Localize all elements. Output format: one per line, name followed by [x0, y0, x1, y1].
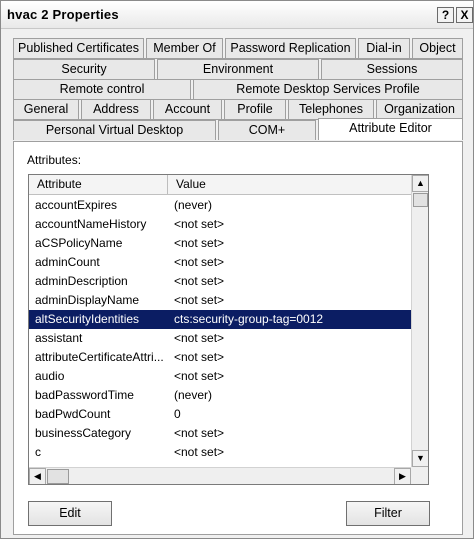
table-row[interactable]: c <not set> — [29, 443, 411, 462]
tab-password-replication[interactable]: Password Replication — [225, 38, 356, 58]
tab-telephones[interactable]: Telephones — [288, 99, 374, 119]
tab-dial-in[interactable]: Dial-in — [358, 38, 410, 58]
close-button[interactable]: X — [456, 7, 473, 23]
horizontal-scrollbar[interactable]: ◀ ▶ — [29, 467, 411, 484]
scrollbar-corner — [411, 467, 428, 484]
tab-remote-control[interactable]: Remote control — [13, 79, 191, 99]
tab-security[interactable]: Security — [13, 59, 155, 79]
attribute-value: 0 — [174, 407, 181, 421]
tab-object[interactable]: Object — [412, 38, 463, 58]
horizontal-scroll-thumb[interactable] — [47, 469, 69, 484]
table-row[interactable]: assistant <not set> — [29, 329, 411, 348]
table-row[interactable]: adminDisplayName <not set> — [29, 291, 411, 310]
title-bar: hvac 2 Properties ? X — [1, 1, 473, 29]
attribute-name: assistant — [35, 331, 83, 345]
list-rows: accountExpires (never) accountNameHistory… — [29, 196, 411, 467]
attribute-value: <not set> — [174, 274, 225, 288]
help-button[interactable]: ? — [437, 7, 454, 23]
table-row[interactable]: accountExpires (never) — [29, 196, 411, 215]
tab-environment[interactable]: Environment — [157, 59, 319, 79]
table-row[interactable]: badPasswordTime (never) — [29, 386, 411, 405]
attribute-name: adminDisplayName — [35, 293, 140, 307]
attribute-value: (never) — [174, 388, 213, 402]
attribute-value: <not set> — [174, 331, 225, 345]
table-row-selected[interactable]: altSecurityIdentities cts:security-group-… — [29, 310, 411, 329]
attribute-value: <not set> — [174, 426, 225, 440]
table-row[interactable]: attributeCertificateAttri... <not set> — [29, 348, 411, 367]
tab-organization[interactable]: Organization — [376, 99, 463, 119]
attribute-value: <not set> — [174, 350, 225, 364]
vertical-scrollbar[interactable]: ▲ ▼ — [411, 175, 428, 467]
attribute-name: badPwdCount — [35, 407, 111, 421]
attribute-name: altSecurityIdentities — [35, 312, 140, 326]
tab-com-plus[interactable]: COM+ — [218, 120, 316, 140]
table-row[interactable]: accountNameHistory <not set> — [29, 215, 411, 234]
column-header-value[interactable]: Value — [168, 175, 411, 194]
attribute-name: audio — [35, 369, 65, 383]
attribute-name: badPasswordTime — [35, 388, 134, 402]
attribute-value: <not set> — [174, 445, 225, 459]
table-row[interactable]: businessCategory <not set> — [29, 424, 411, 443]
tab-member-of[interactable]: Member Of — [146, 38, 223, 58]
list-header: Attribute Value — [29, 175, 411, 195]
attribute-value: <not set> — [174, 236, 225, 250]
attribute-name: attributeCertificateAttri... — [35, 350, 164, 364]
scroll-right-icon[interactable]: ▶ — [394, 468, 411, 484]
tab-remote-desktop-services-profile[interactable]: Remote Desktop Services Profile — [193, 79, 463, 99]
tab-personal-virtual-desktop[interactable]: Personal Virtual Desktop — [13, 120, 216, 140]
attribute-value: cts:security-group-tag=0012 — [174, 312, 324, 326]
attribute-name: c — [35, 445, 41, 459]
tab-address[interactable]: Address — [81, 99, 151, 119]
edit-button[interactable]: Edit — [28, 501, 112, 526]
attribute-value: (never) — [174, 198, 213, 212]
table-row[interactable]: adminDescription <not set> — [29, 272, 411, 291]
table-row[interactable]: badPwdCount 0 — [29, 405, 411, 424]
filter-button[interactable]: Filter — [346, 501, 430, 526]
attribute-value: <not set> — [174, 369, 225, 383]
tab-published-certificates[interactable]: Published Certificates — [13, 38, 144, 58]
attributes-list[interactable]: Attribute Value accountExpires (never) ac… — [28, 174, 429, 485]
attribute-name: aCSPolicyName — [35, 236, 123, 250]
scroll-left-icon[interactable]: ◀ — [29, 468, 46, 484]
tab-sessions[interactable]: Sessions — [321, 59, 463, 79]
properties-dialog: hvac 2 Properties ? X Published Certific… — [0, 0, 474, 539]
table-row[interactable]: aCSPolicyName <not set> — [29, 234, 411, 253]
tab-attribute-editor[interactable]: Attribute Editor — [318, 118, 463, 140]
attribute-value: <not set> — [174, 217, 225, 231]
attribute-name: businessCategory — [35, 426, 132, 440]
column-header-attribute[interactable]: Attribute — [29, 175, 168, 194]
attribute-value: <not set> — [174, 293, 225, 307]
attribute-name: adminDescription — [35, 274, 128, 288]
scroll-down-icon[interactable]: ▼ — [412, 450, 428, 467]
attributes-label: Attributes: — [27, 153, 82, 167]
attribute-name: accountNameHistory — [35, 217, 147, 231]
attribute-name: adminCount — [35, 255, 100, 269]
vertical-scroll-thumb[interactable] — [413, 193, 428, 207]
tab-profile[interactable]: Profile — [224, 99, 286, 119]
table-row[interactable]: audio <not set> — [29, 367, 411, 386]
attribute-value: <not set> — [174, 255, 225, 269]
window-title: hvac 2 Properties — [7, 7, 119, 22]
attribute-name: accountExpires — [35, 198, 118, 212]
table-row[interactable]: adminCount <not set> — [29, 253, 411, 272]
scroll-up-icon[interactable]: ▲ — [412, 175, 428, 192]
tab-general[interactable]: General — [13, 99, 79, 119]
tab-account[interactable]: Account — [153, 99, 222, 119]
